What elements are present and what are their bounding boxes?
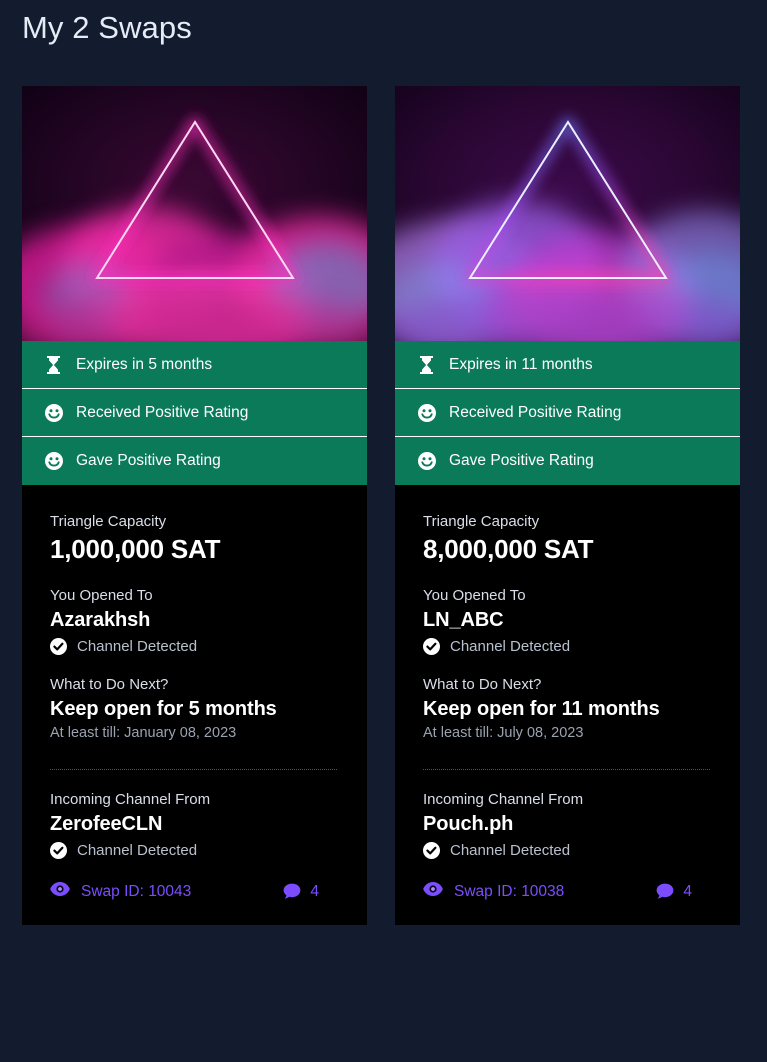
- check-circle-icon: [50, 842, 67, 859]
- neon-triangle-icon: [463, 115, 672, 282]
- swap-id-link[interactable]: Swap ID: 10038: [423, 882, 564, 902]
- incoming-channel-value: Pouch.ph: [423, 813, 514, 835]
- swap-card[interactable]: Expires in 11 months Received Positive R…: [395, 86, 740, 925]
- swap-id-label: Swap ID: 10043: [81, 883, 192, 900]
- next-step-note: At least till: January 08, 2023: [50, 725, 237, 741]
- channel-detected-incoming: Channel Detected: [423, 842, 712, 859]
- incoming-channel-label: Incoming Channel From: [50, 791, 211, 808]
- swap-card-footer: Swap ID: 10043 4: [22, 859, 367, 925]
- swap-status-strip: Expires in 5 months Received Positive Ra…: [22, 341, 367, 485]
- swap-card-footer: Swap ID: 10038 4: [395, 859, 740, 925]
- swap-id-label: Swap ID: 10038: [454, 883, 565, 900]
- neon-triangle-icon: [90, 115, 299, 282]
- check-circle-icon: [423, 842, 440, 859]
- next-step-value: Keep open for 11 months: [423, 698, 660, 720]
- next-step-note: At least till: July 08, 2023: [423, 725, 584, 741]
- hourglass-icon: [44, 355, 63, 374]
- comment-bubble-icon: [283, 883, 301, 901]
- comment-bubble-icon: [656, 883, 674, 901]
- status-label: Gave Positive Rating: [449, 452, 594, 469]
- opened-to-label: You Opened To: [423, 587, 526, 604]
- incoming-channel-label: Incoming Channel From: [423, 791, 584, 808]
- status-row-expires: Expires in 11 months: [395, 341, 740, 389]
- hourglass-icon: [417, 355, 436, 374]
- status-label: Expires in 5 months: [76, 355, 213, 373]
- channel-detected-incoming: Channel Detected: [50, 842, 339, 859]
- check-circle-icon: [50, 638, 67, 655]
- swap-card-list: Expires in 5 months Received Positive Ra…: [22, 86, 740, 925]
- opened-to-label: You Opened To: [50, 587, 153, 604]
- channel-detected-label: Channel Detected: [450, 638, 571, 655]
- swap-id-link[interactable]: Swap ID: 10043: [50, 882, 191, 902]
- status-label: Received Positive Rating: [76, 403, 249, 421]
- channel-detected-label: Channel Detected: [450, 842, 571, 859]
- comment-count-label: 4: [310, 883, 319, 900]
- smiley-icon: [417, 452, 436, 471]
- status-label: Expires in 11 months: [449, 355, 593, 373]
- status-row-expires: Expires in 5 months: [22, 341, 367, 389]
- channel-detected-opened: Channel Detected: [50, 638, 339, 655]
- status-label: Received Positive Rating: [449, 403, 622, 421]
- opened-to-value: LN_ABC: [423, 609, 504, 631]
- next-step-label: What to Do Next?: [423, 676, 542, 693]
- comment-count-label: 4: [683, 883, 692, 900]
- swaps-page: My 2 Swaps Expires in 5 months Received …: [0, 0, 767, 1062]
- swap-card[interactable]: Expires in 5 months Received Positive Ra…: [22, 86, 367, 925]
- capacity-label: Triangle Capacity: [423, 513, 540, 530]
- status-row-received-rating: Received Positive Rating: [22, 389, 367, 437]
- smiley-icon: [417, 403, 436, 422]
- page-title: My 2 Swaps: [22, 10, 192, 45]
- capacity-value: 1,000,000 SAT: [50, 534, 221, 564]
- channel-detected-opened: Channel Detected: [423, 638, 712, 655]
- next-step-label: What to Do Next?: [50, 676, 169, 693]
- opened-to-value: Azarakhsh: [50, 609, 151, 631]
- status-row-gave-rating: Gave Positive Rating: [22, 437, 367, 485]
- channel-detected-label: Channel Detected: [77, 842, 198, 859]
- swap-status-strip: Expires in 11 months Received Positive R…: [395, 341, 740, 485]
- capacity-label: Triangle Capacity: [50, 513, 167, 530]
- swap-hero-image: [395, 86, 740, 341]
- capacity-value: 8,000,000 SAT: [423, 534, 594, 564]
- comment-count-button[interactable]: 4: [283, 883, 319, 901]
- swap-card-body: Triangle Capacity 1,000,000 SAT You Open…: [22, 485, 367, 859]
- status-row-received-rating: Received Positive Rating: [395, 389, 740, 437]
- next-step-value: Keep open for 5 months: [50, 698, 277, 720]
- incoming-channel-value: ZerofeeCLN: [50, 813, 163, 835]
- smiley-icon: [44, 452, 63, 471]
- check-circle-icon: [423, 638, 440, 655]
- swap-hero-image: [22, 86, 367, 341]
- status-label: Gave Positive Rating: [76, 452, 221, 469]
- smiley-icon: [44, 403, 63, 422]
- swap-card-body: Triangle Capacity 8,000,000 SAT You Open…: [395, 485, 740, 859]
- eye-icon: [423, 882, 443, 902]
- status-row-gave-rating: Gave Positive Rating: [395, 437, 740, 485]
- eye-icon: [50, 882, 70, 902]
- channel-detected-label: Channel Detected: [77, 638, 198, 655]
- comment-count-button[interactable]: 4: [656, 883, 692, 901]
